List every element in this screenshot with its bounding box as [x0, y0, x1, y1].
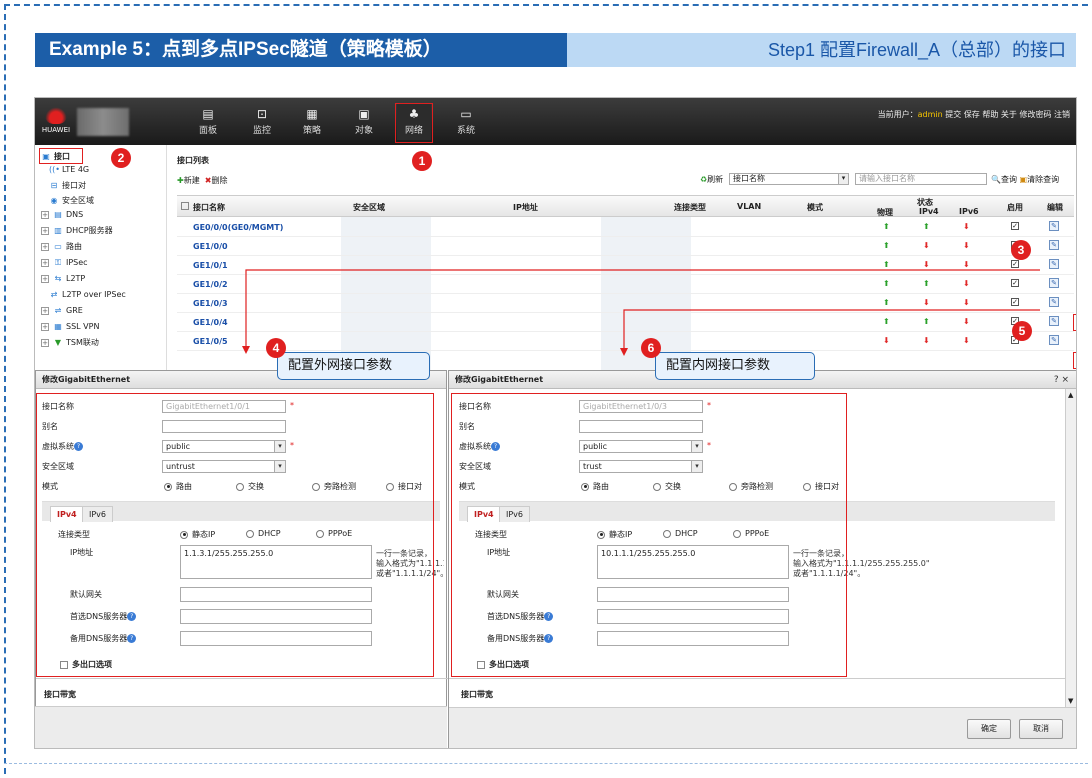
step-marker-6: 6 [641, 338, 661, 358]
step-marker-1: 1 [412, 151, 432, 171]
callout-inner-interface: 配置内网接口参数 [655, 352, 815, 380]
step-marker-2: 2 [111, 148, 131, 168]
annotation-lines [242, 269, 1040, 356]
step-marker-5: 5 [1012, 321, 1032, 341]
arrow-head-icon [242, 346, 250, 354]
callout-outer-interface: 配置外网接口参数 [277, 352, 430, 380]
arrow-line-5-to-6 [623, 309, 1040, 352]
step-marker-4: 4 [266, 338, 286, 358]
step-marker-3: 3 [1011, 240, 1031, 260]
arrow-head-icon [620, 348, 628, 356]
